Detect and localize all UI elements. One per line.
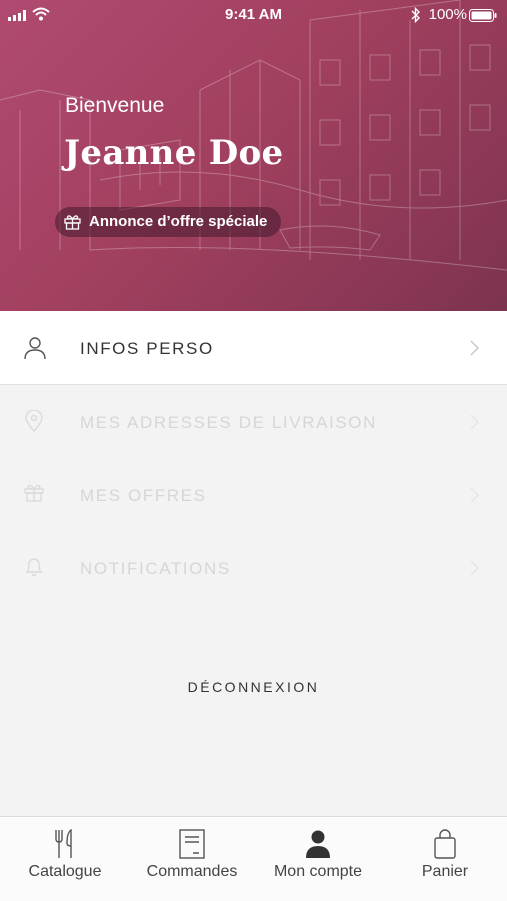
special-offer-label: Annonce d’offre spéciale <box>89 213 268 230</box>
person-icon <box>306 830 330 858</box>
bottom-tab-bar: Catalogue Commandes Mon compte Panier <box>0 816 507 901</box>
bluetooth-icon <box>411 7 420 23</box>
gift-icon <box>64 215 81 230</box>
user-icon <box>24 337 46 360</box>
tab-panier[interactable]: Panier <box>382 817 507 901</box>
tab-label: Panier <box>421 863 469 880</box>
tab-mon-compte[interactable]: Mon compte <box>255 817 381 901</box>
receipt-icon <box>179 829 205 859</box>
menu-item-label: INFOS PERSO <box>80 339 214 358</box>
logout-button[interactable]: DÉCONNEXION <box>0 679 507 695</box>
menu-item-offers[interactable]: MES OFFRES <box>0 458 507 531</box>
location-pin-icon <box>25 410 43 432</box>
account-menu: INFOS PERSO MES ADRESSES DE LIVRAISON ME… <box>0 311 507 604</box>
tab-catalogue[interactable]: Catalogue <box>2 817 128 901</box>
status-bar: 9:41 AM 100% <box>0 0 507 30</box>
special-offer-badge[interactable]: Annonce d’offre spéciale <box>55 207 282 237</box>
chevron-right-icon <box>470 560 479 576</box>
fork-knife-icon <box>55 829 72 858</box>
battery-icon <box>469 9 497 22</box>
menu-item-personal-info[interactable]: INFOS PERSO <box>0 311 507 385</box>
battery-percentage: 100% <box>428 6 467 23</box>
account-header: 9:41 AM 100% Bienvenue Jeanne Doe Annonc… <box>0 0 507 311</box>
tab-commandes[interactable]: Commandes <box>129 817 255 901</box>
gift-icon <box>24 484 44 502</box>
menu-item-label: MES ADRESSES DE LIVRAISON <box>80 413 377 432</box>
menu-item-notifications[interactable]: NOTIFICATIONS <box>0 531 507 604</box>
welcome-text: Bienvenue <box>65 94 165 117</box>
chevron-right-icon <box>470 414 479 430</box>
chevron-right-icon <box>470 340 479 356</box>
bell-icon <box>25 558 43 577</box>
menu-item-label: NOTIFICATIONS <box>80 559 231 578</box>
tab-label: Mon compte <box>273 863 363 880</box>
user-name: Jeanne Doe <box>64 133 284 173</box>
shopping-bag-icon <box>434 829 456 859</box>
menu-item-delivery-addresses[interactable]: MES ADRESSES DE LIVRAISON <box>0 385 507 458</box>
tab-label: Commandes <box>146 863 238 880</box>
chevron-right-icon <box>470 487 479 503</box>
tab-label: Catalogue <box>28 863 102 880</box>
menu-item-label: MES OFFRES <box>80 486 207 505</box>
